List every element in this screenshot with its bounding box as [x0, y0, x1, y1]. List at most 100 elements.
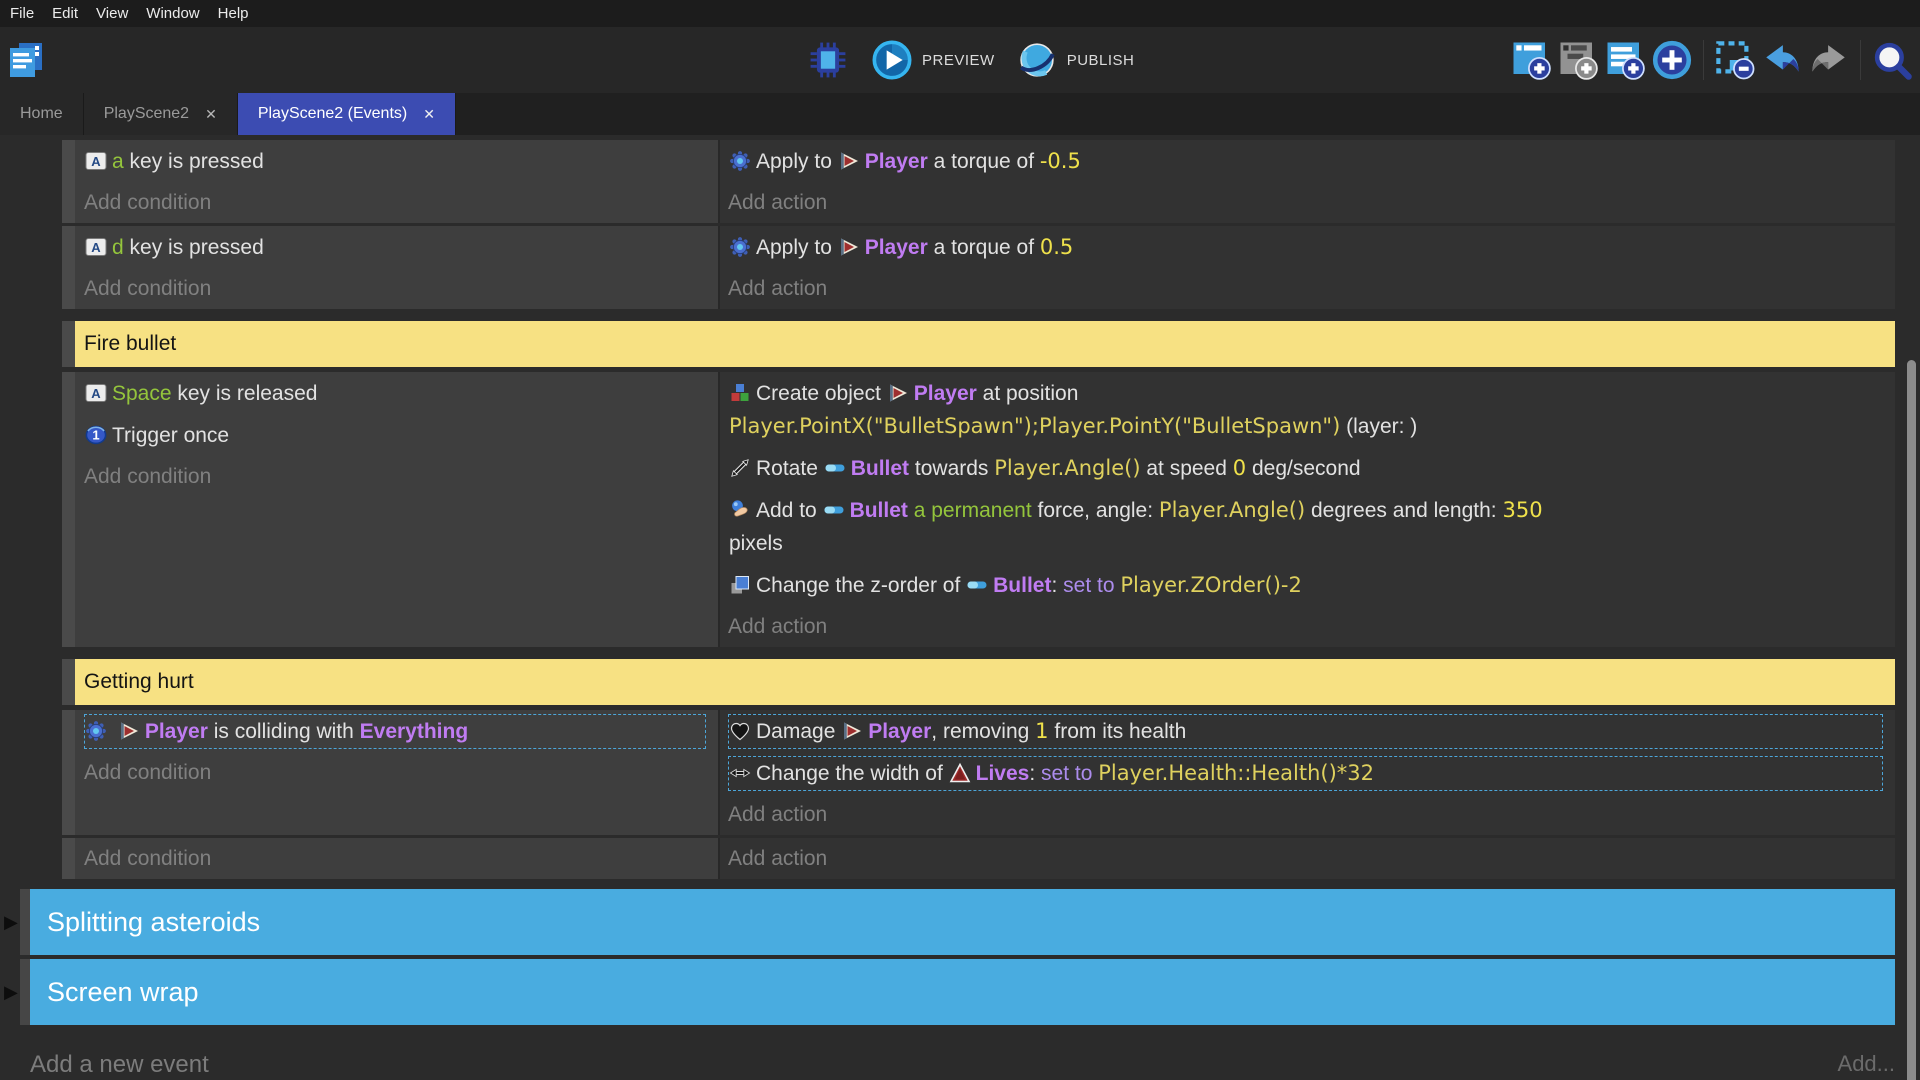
group-drag-handle[interactable] [20, 889, 30, 955]
instruction-text: -0.5 [1040, 149, 1081, 173]
instruction-text: 1 [1035, 719, 1048, 743]
instruction-text: : [1051, 574, 1063, 597]
action[interactable]: Change the z-order of Bullet: set to Pla… [728, 568, 1883, 603]
action[interactable]: Rotate Bullet towards Player.Angle() at … [728, 451, 1883, 486]
tab-home[interactable]: Home [0, 93, 84, 135]
add-more-link[interactable]: Add... [1838, 1051, 1895, 1079]
instruction-text: from its health [1049, 720, 1187, 743]
action[interactable]: Create object Player at position Player.… [728, 376, 1883, 444]
instruction-text: Player [868, 720, 931, 743]
event-group-bar[interactable]: Screen wrap [30, 959, 1895, 1025]
event-drag-handle[interactable] [62, 226, 75, 309]
add-condition-link[interactable]: Add condition [84, 272, 706, 305]
undo-icon[interactable] [1760, 38, 1804, 82]
instruction-text: Create object [756, 382, 887, 405]
action[interactable]: Change the width of Lives: set to Player… [728, 756, 1883, 791]
condition[interactable]: ASpace key is released [84, 376, 706, 411]
create-object-icon [729, 382, 751, 404]
action[interactable]: Apply to Player a torque of 0.5 [728, 230, 1883, 265]
bullet-object-icon [966, 574, 988, 596]
event-drag-handle[interactable] [62, 710, 75, 835]
instruction-text: deg/second [1246, 457, 1360, 480]
actions-cell: Apply to Player a torque of 0.5 Add actio… [720, 226, 1895, 309]
add-event-icon[interactable] [1509, 38, 1553, 82]
add-action-link[interactable]: Add action [728, 842, 1883, 875]
svg-text:A: A [91, 386, 101, 401]
event-drag-handle[interactable] [62, 140, 75, 223]
event-drag-handle[interactable] [62, 838, 75, 879]
condition[interactable]: Ad key is pressed [84, 230, 706, 265]
action[interactable]: Damage Player, removing 1 from its healt… [728, 714, 1883, 749]
group-drag-handle[interactable] [20, 959, 30, 1025]
menu-help[interactable]: Help [218, 5, 249, 22]
tab-close-icon[interactable]: ✕ [423, 106, 435, 123]
add-subevent-icon[interactable] [1556, 38, 1600, 82]
add-comment-icon[interactable] [1603, 38, 1647, 82]
instruction-text: Add to [756, 499, 823, 522]
publish-button[interactable]: PUBLISH [1067, 52, 1135, 69]
bullet-object-icon [824, 457, 846, 479]
preview-play-icon[interactable] [870, 38, 914, 82]
keyboard-key-icon: A [85, 150, 107, 172]
force-icon [729, 499, 751, 521]
instruction-text: force, angle: [1032, 499, 1159, 522]
add-condition-link[interactable]: Add condition [84, 460, 706, 493]
actions-cell: Add action [720, 838, 1895, 879]
remove-selection-icon[interactable] [1713, 38, 1757, 82]
add-action-link[interactable]: Add action [728, 798, 1883, 831]
event-drag-handle[interactable] [62, 372, 75, 647]
instruction-text: a torque of [928, 236, 1040, 259]
instruction-text: Player [145, 720, 208, 743]
event-drag-handle[interactable] [62, 659, 75, 705]
menu-file[interactable]: File [10, 5, 34, 22]
event-drag-handle[interactable] [62, 321, 75, 367]
event-group-bar[interactable]: Splitting asteroids [30, 889, 1895, 955]
add-new-event-link[interactable]: Add a new event [30, 1051, 209, 1079]
gdevelop-window: File Edit View Window Help PREVIEW PUBLI… [0, 0, 1920, 1080]
conditions-cell: Add condition [75, 838, 720, 879]
gdevelop-logo-icon[interactable] [8, 41, 44, 84]
rotate-icon [729, 457, 751, 479]
add-condition-link[interactable]: Add condition [84, 842, 706, 875]
events-footer: Add a new event Add... [30, 1051, 1895, 1079]
action[interactable]: Apply to Player a torque of -0.5 [728, 144, 1883, 179]
instruction-text: Space [112, 382, 172, 405]
comment-bar[interactable]: Fire bullet [75, 321, 1895, 367]
trigger-once-icon: 1 [85, 424, 107, 446]
collapse-triangle-icon[interactable]: ▶ [4, 913, 18, 931]
add-action-link[interactable]: Add action [728, 610, 1883, 643]
comment-bar[interactable]: Getting hurt [75, 659, 1895, 705]
publish-planet-icon[interactable] [1015, 38, 1059, 82]
redo-icon[interactable] [1807, 38, 1851, 82]
condition[interactable]: Aa key is pressed [84, 144, 706, 179]
condition[interactable]: Player is colliding with Everything [84, 714, 706, 749]
menu-window[interactable]: Window [146, 5, 199, 22]
action[interactable]: Add to Bullet a permanent force, angle: … [728, 493, 1883, 561]
instruction-text: Change the width of [756, 762, 949, 785]
instruction-text: Player.PointX("BulletSpawn");Player.Poin… [729, 414, 1340, 438]
add-action-link[interactable]: Add action [728, 186, 1883, 219]
menu-view[interactable]: View [96, 5, 128, 22]
add-action-link[interactable]: Add action [728, 272, 1883, 305]
add-condition-link[interactable]: Add condition [84, 186, 706, 219]
search-icon[interactable] [1870, 38, 1914, 82]
instruction-text: Lives [976, 762, 1030, 785]
add-condition-link[interactable]: Add condition [84, 756, 706, 789]
condition[interactable]: 1Trigger once [84, 418, 706, 453]
instruction-text: Damage [756, 720, 841, 743]
instruction-text: Player [865, 150, 928, 173]
collapse-triangle-icon[interactable]: ▶ [4, 983, 18, 1001]
preview-button[interactable]: PREVIEW [922, 52, 995, 69]
tab-close-icon[interactable]: ✕ [205, 106, 217, 123]
instruction-text: a permanent [908, 499, 1032, 522]
add-circle-icon[interactable] [1650, 38, 1694, 82]
instruction-text: Apply to [756, 150, 838, 173]
event-row: Ad key is pressed Add condition Apply to P… [62, 226, 1895, 309]
vertical-scrollbar[interactable] [1907, 360, 1916, 1080]
debug-icon[interactable] [806, 38, 850, 82]
menu-edit[interactable]: Edit [52, 5, 78, 22]
instruction-text: pixels [729, 532, 783, 555]
tab-playscene2-events[interactable]: PlayScene2 (Events) ✕ [238, 93, 456, 135]
instruction-text: Player [865, 236, 928, 259]
tab-playscene2[interactable]: PlayScene2 ✕ [84, 93, 238, 135]
